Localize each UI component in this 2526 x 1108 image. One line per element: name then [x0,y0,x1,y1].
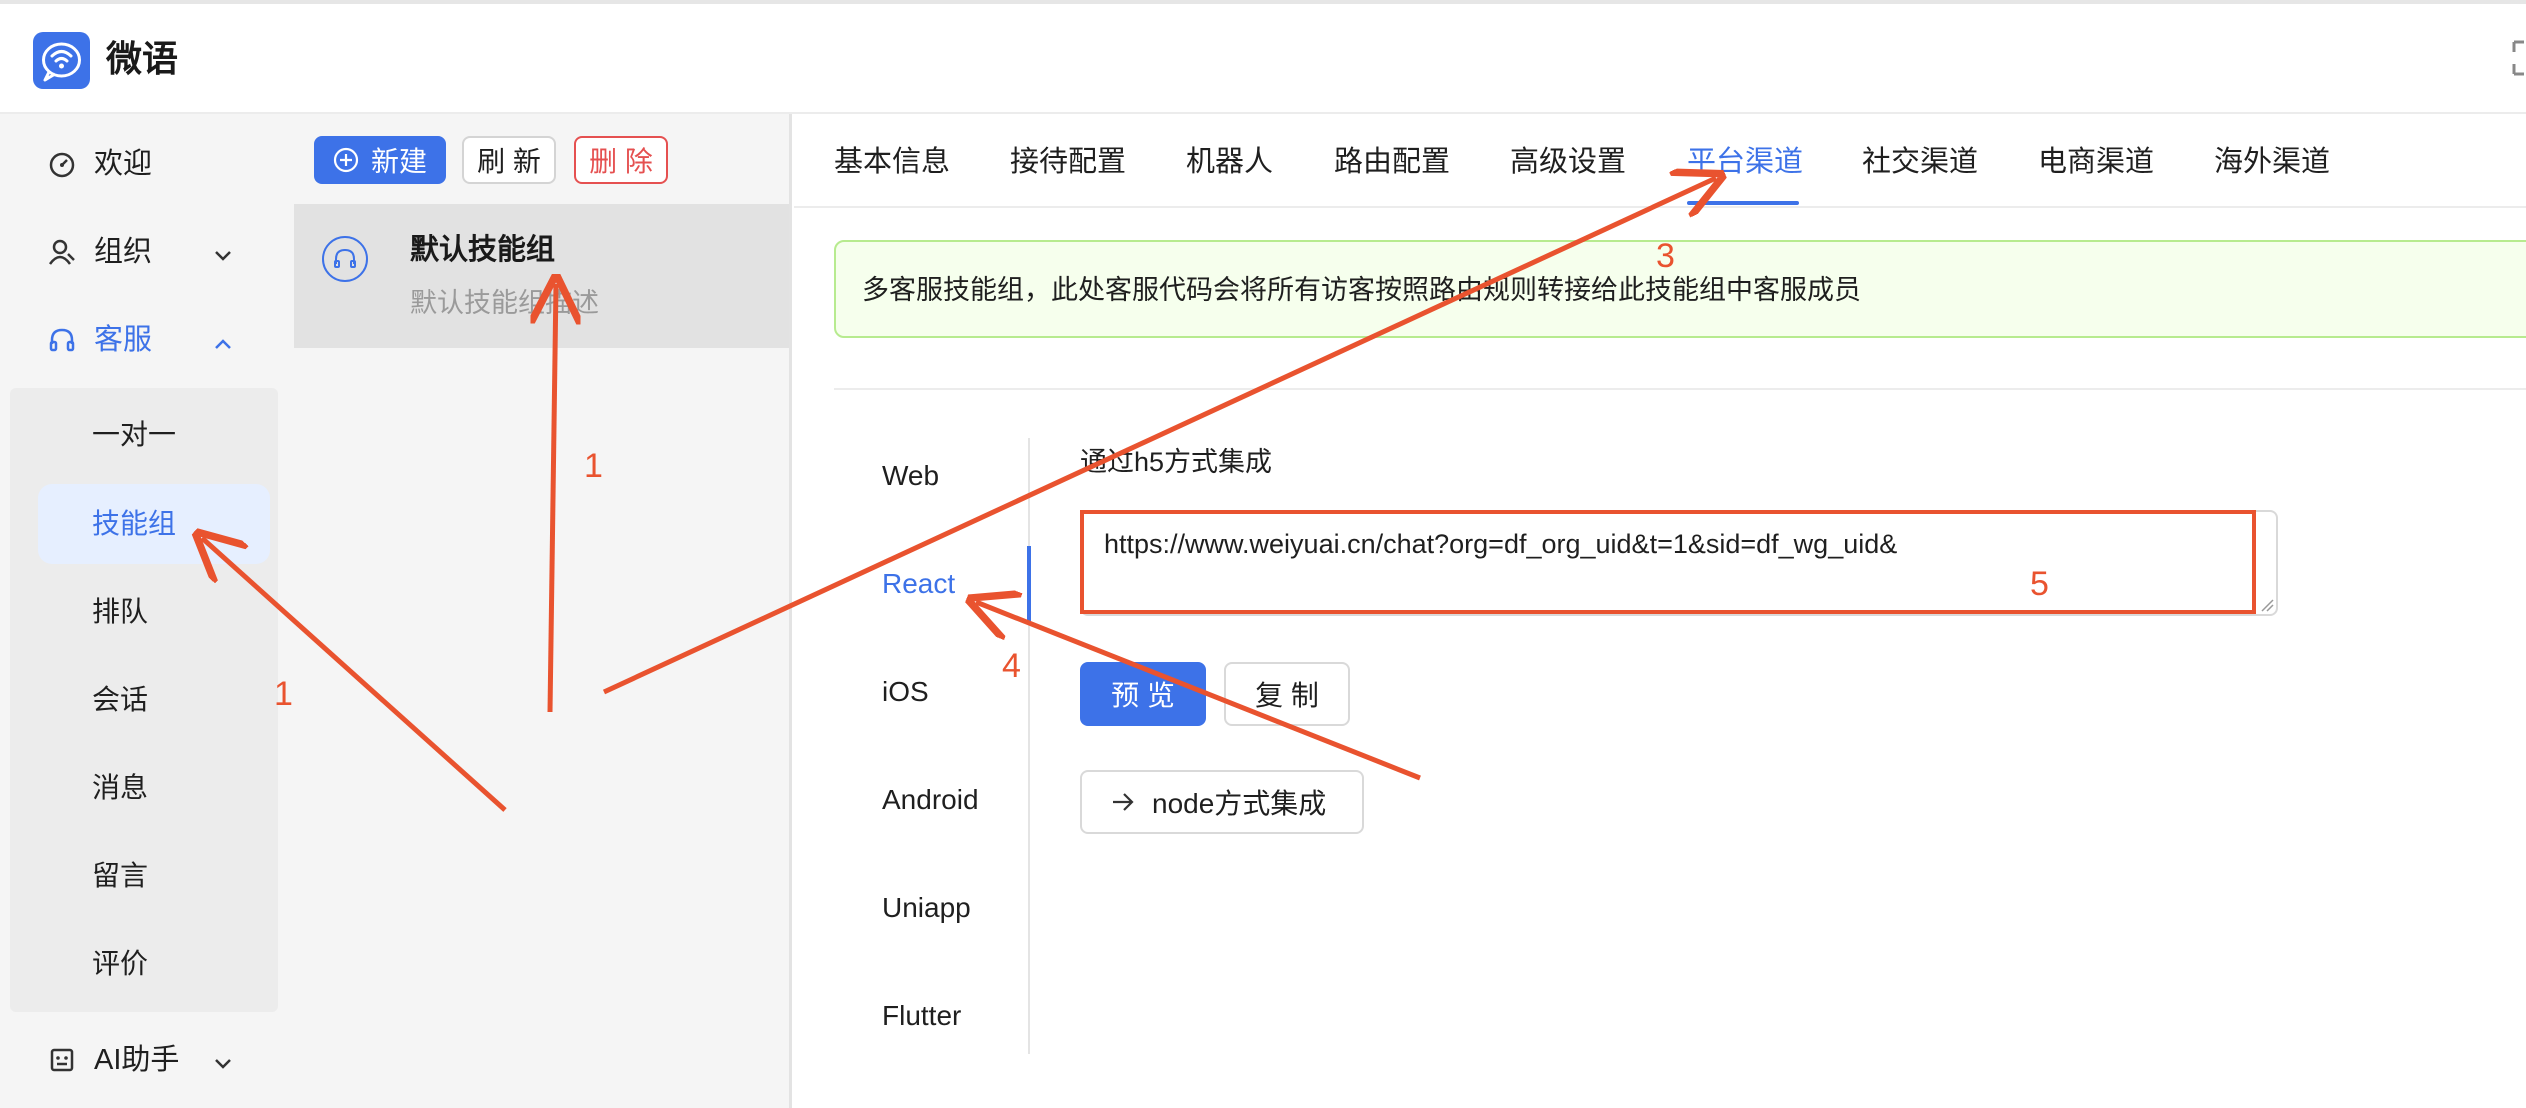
group-description: 默认技能组描述 [410,288,599,318]
vtab-react[interactable]: React [882,564,955,604]
chevron-down-icon [212,242,234,264]
copy-button[interactable]: 复 制 [1224,662,1350,726]
robot-icon [48,1046,76,1074]
section-title: 通过h5方式集成 [1080,447,1273,477]
app-title: 微语 [106,38,179,79]
new-button[interactable]: 新建 [314,136,446,184]
group-name: 默认技能组 [410,234,556,266]
vtab-web[interactable]: Web [882,456,939,496]
tab-basic-info[interactable]: 基本信息 [834,140,950,184]
submenu-item-one-to-one[interactable]: 一对一 [92,415,176,455]
submenu-item-conversation[interactable]: 会话 [92,680,148,720]
delete-button[interactable]: 删 除 [574,136,668,184]
tab-robot[interactable]: 机器人 [1186,140,1273,184]
preview-button[interactable]: 预 览 [1080,662,1206,726]
divider [834,388,2526,390]
vtab-uniapp[interactable]: Uniapp [882,888,971,928]
chevron-up-icon [212,330,234,352]
tab-ecommerce-channels[interactable]: 电商渠道 [2038,140,2154,184]
annotation-number: 5 [2030,565,2049,603]
headset-icon [322,236,368,282]
tab-overseas-channels[interactable]: 海外渠道 [2214,140,2330,184]
sidebar-item-label: 组织 [94,236,153,268]
sidebar-item-welcome[interactable]: 欢迎 [0,134,294,194]
annotation-number: 4 [1002,647,1021,685]
sidebar-item-organization[interactable]: 组织 [0,222,294,282]
expand-icon[interactable] [2510,38,2526,78]
chevron-down-icon [212,1050,234,1072]
list-item[interactable] [294,204,789,348]
sidebar-item-label: 客服 [94,324,153,356]
submenu-item-queue[interactable]: 排队 [92,592,148,632]
submenu-item-rating[interactable]: 评价 [92,944,148,984]
tab-advanced-settings[interactable]: 高级设置 [1510,140,1626,184]
tab-social-channels[interactable]: 社交渠道 [1862,140,1978,184]
annotation-number: 1 [274,675,293,713]
sidebar-item-ai-assistant[interactable]: AI助手 [0,1030,294,1090]
resize-grip-icon[interactable] [2258,596,2274,612]
tab-platform-channels[interactable]: 平台渠道 [1687,140,1803,184]
sidebar-item-label: 欢迎 [94,148,153,180]
tab-routing-config[interactable]: 路由配置 [1334,140,1450,184]
vertical-tabs-divider [1028,438,1030,1054]
vtab-android[interactable]: Android [882,780,979,820]
node-integration-button[interactable]: node方式集成 [1080,770,1364,834]
vtab-flutter[interactable]: Flutter [882,996,961,1036]
new-button-label: 新建 [370,146,427,177]
annotation-number: 3 [1656,237,1675,275]
active-vtab-indicator [1027,546,1031,622]
annotation-number: 1 [584,447,603,485]
node-integration-label: node方式集成 [1152,788,1327,819]
arrow-right-icon [1110,789,1136,815]
headset-icon [48,326,76,354]
plus-circle-icon [333,147,359,173]
sidebar-item-label: AI助手 [94,1044,180,1076]
dashboard-gauge-icon [48,150,76,178]
app-header [0,0,2526,114]
vtab-ios[interactable]: iOS [882,672,929,712]
tab-reception-config[interactable]: 接待配置 [1010,140,1126,184]
active-tab-indicator [1687,201,1799,205]
sidebar-item-customer-service[interactable]: 客服 [0,310,294,370]
chat-bubble-wifi-icon [33,32,90,89]
annotation-highlight-rect [1080,510,2256,614]
alert-text: 多客服技能组，此处客服代码会将所有访客按照路由规则转接给此技能组中客服成员 [862,275,1861,305]
submenu-item-message[interactable]: 消息 [92,768,148,808]
user-group-icon [48,238,76,266]
submenu-item-skill-group[interactable]: 技能组 [92,504,176,544]
submenu-item-leave-message[interactable]: 留言 [92,856,148,896]
refresh-button[interactable]: 刷 新 [462,136,556,184]
